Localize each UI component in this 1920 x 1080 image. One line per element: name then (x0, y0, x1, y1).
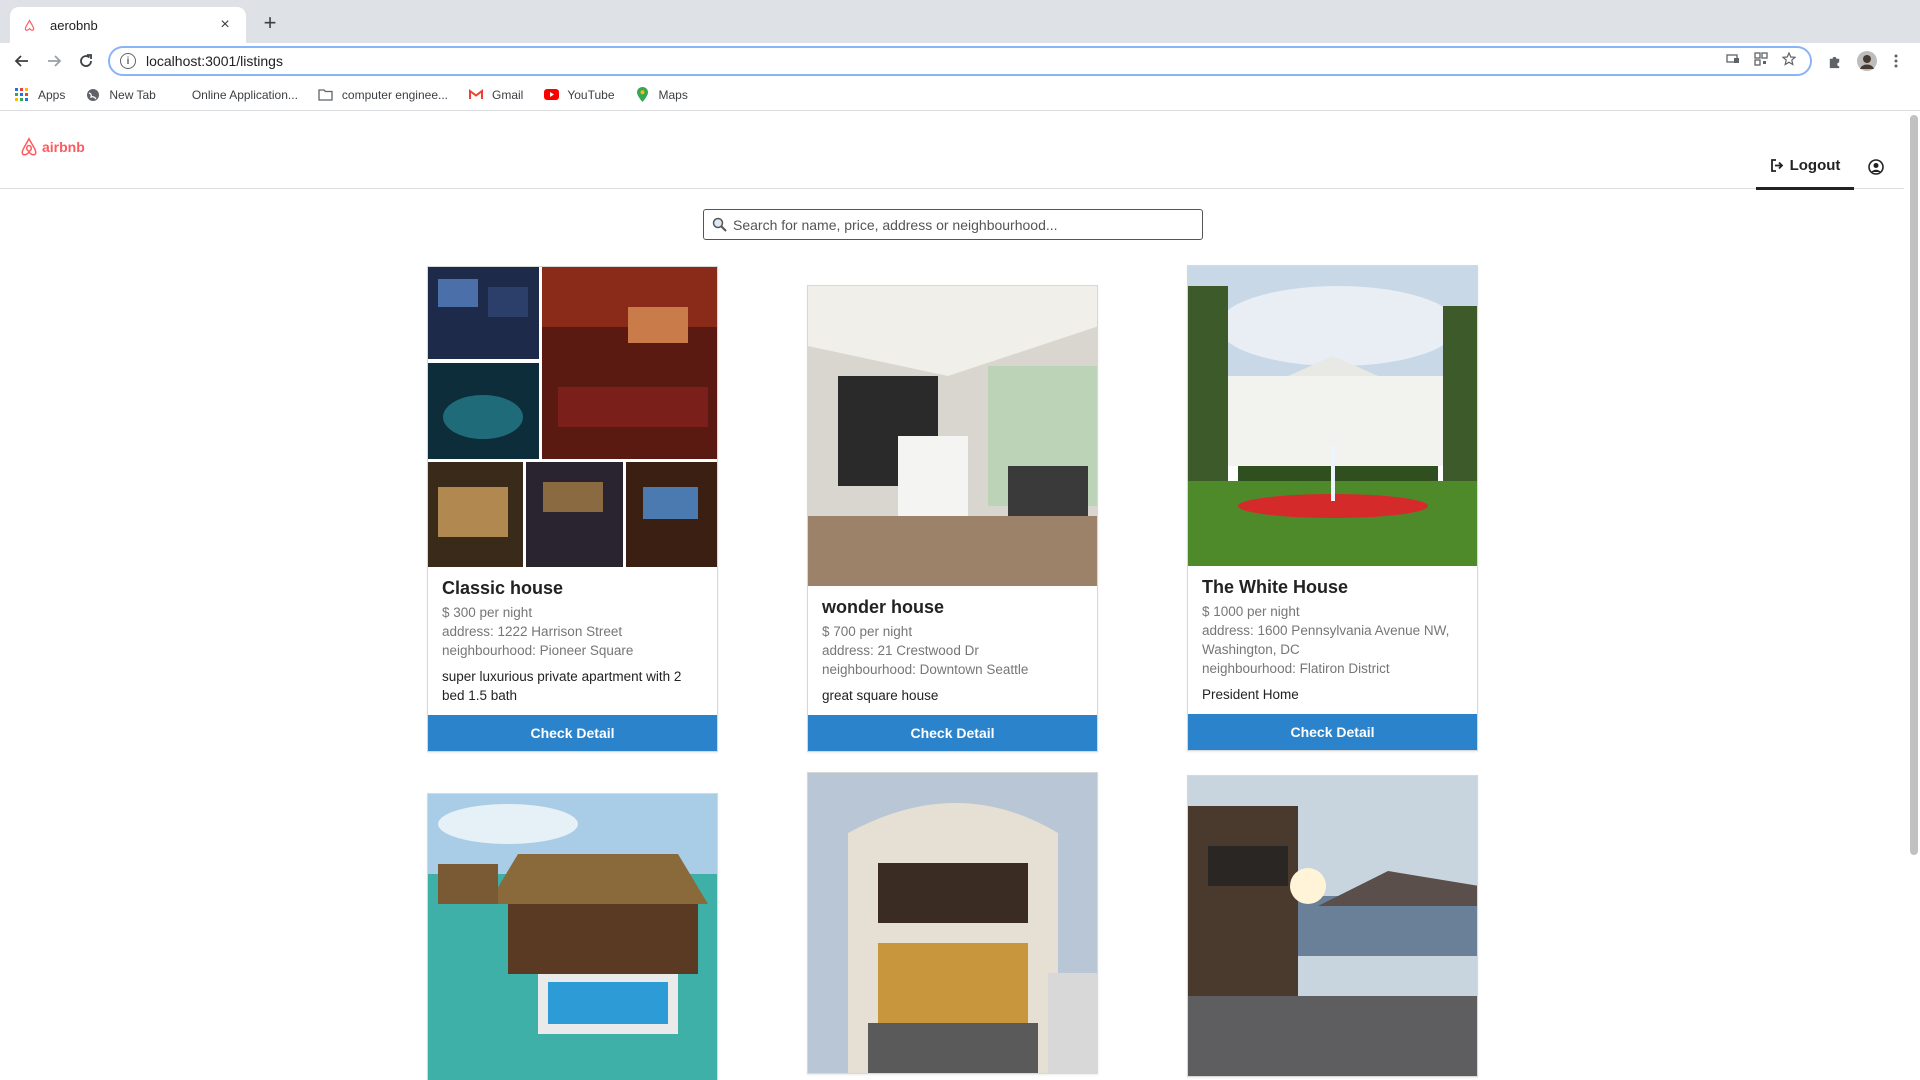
listing-title: Classic house (442, 578, 564, 598)
bookmark-label: Gmail (492, 87, 524, 102)
browser-toolbar: i localhost:3001/listings (0, 43, 1920, 79)
tab-title: aerobnb (50, 17, 98, 33)
listing-address: address: 21 Crestwood Dr (822, 643, 979, 658)
qr-code-icon[interactable] (1754, 52, 1768, 69)
listing-photo[interactable] (428, 267, 717, 567)
youtube-icon (543, 87, 559, 103)
bookmark-star-icon[interactable] (1781, 51, 1797, 69)
listing-title: wonder house (822, 597, 945, 617)
bookmark-label: Maps (658, 87, 688, 102)
browser-tabstrip: aerobnb × + (0, 0, 1920, 43)
logo-text: airbnb (42, 139, 85, 155)
bookmark-apps[interactable]: Apps (14, 87, 65, 103)
logout-button[interactable]: Logout (1756, 143, 1854, 190)
bookmark-gmail[interactable]: Gmail (468, 87, 523, 103)
bookmark-label: computer enginee... (341, 87, 448, 102)
search-input[interactable] (733, 216, 1202, 233)
bookmark-computer-engineering[interactable]: computer enginee... (318, 87, 448, 103)
bookmark-label: Apps (38, 87, 66, 102)
menu-kebab-icon[interactable] (1888, 49, 1904, 73)
forward-arrow-icon[interactable] (42, 49, 66, 73)
bookmark-label: New Tab (109, 87, 156, 102)
listing-address: address: 1600 Pennsylvania Avenue NW, Wa… (1202, 623, 1450, 657)
airbnb-logo[interactable]: airbnb (20, 137, 85, 157)
user-circle-icon[interactable] (1868, 159, 1884, 175)
gmail-icon (468, 87, 484, 103)
airbnb-favicon-icon (22, 18, 36, 32)
folder-icon (318, 87, 334, 103)
listing-card: The White House $ 1000 per night address… (1187, 265, 1478, 751)
listing-card: Classic house $ 300 per night address: 1… (427, 266, 718, 752)
listing-card: wonder house $ 700 per night address: 21… (807, 285, 1098, 752)
new-tab-button[interactable]: + (258, 12, 282, 36)
bookmark-label: Online Application... (191, 87, 298, 102)
page-scrollbar[interactable] (1910, 115, 1918, 855)
bookmark-new-tab[interactable]: New Tab (85, 87, 156, 103)
logout-label: Logout (1789, 156, 1841, 174)
listing-description: President Home (1202, 687, 1299, 702)
listing-address: address: 1222 Harrison Street (442, 624, 623, 639)
search-icon (712, 217, 727, 232)
bookmarks-bar: Apps New Tab Online Application... compu… (0, 79, 1920, 111)
listing-photo[interactable] (1188, 776, 1477, 1076)
check-detail-button[interactable]: Check Detail (428, 715, 717, 751)
bookmark-maps[interactable]: Maps (635, 87, 688, 103)
listing-description: super luxurious private apartment with 2… (442, 669, 682, 703)
listing-price: $ 700 per night (822, 624, 913, 639)
listing-title: The White House (1202, 577, 1349, 597)
bookmark-online-application[interactable]: Online Application... (192, 87, 298, 103)
address-url: localhost:3001/listings (146, 53, 283, 69)
reload-icon[interactable] (74, 49, 98, 73)
listing-neighbourhood: neighbourhood: Flatiron District (1202, 661, 1390, 676)
back-arrow-icon[interactable] (10, 49, 34, 73)
address-bar[interactable]: i localhost:3001/listings (108, 46, 1812, 76)
browser-tab[interactable]: aerobnb × (10, 7, 246, 43)
listing-price: $ 1000 per night (1202, 604, 1300, 619)
bookmark-youtube[interactable]: YouTube (543, 87, 615, 103)
listing-photo[interactable] (1188, 266, 1477, 566)
site-info-icon[interactable]: i (120, 53, 136, 69)
check-detail-button[interactable]: Check Detail (808, 715, 1097, 751)
listing-photo[interactable] (428, 794, 717, 1080)
cast-icon[interactable] (1726, 52, 1740, 69)
check-detail-button[interactable]: Check Detail (1188, 714, 1477, 750)
page-viewport: airbnb Logout Search for name, price, ad… (0, 111, 1920, 1080)
listing-card (1187, 775, 1478, 1077)
listing-photo[interactable] (808, 286, 1097, 586)
search-bar (703, 209, 1203, 240)
listing-price: $ 300 per night (442, 605, 533, 620)
app-header: airbnb Logout (0, 111, 1904, 190)
listing-photo[interactable] (808, 773, 1097, 1073)
listing-card (427, 793, 718, 1080)
listing-neighbourhood: neighbourhood: Pioneer Square (442, 643, 634, 658)
listing-card (807, 772, 1098, 1074)
tab-close-icon[interactable]: × (216, 16, 234, 34)
airbnb-logo-icon (21, 137, 37, 156)
listing-neighbourhood: neighbourhood: Downtown Seattle (822, 662, 1029, 677)
profile-avatar-icon[interactable] (1856, 49, 1878, 73)
extensions-puzzle-icon[interactable] (1824, 49, 1844, 73)
logout-icon (1770, 158, 1783, 172)
maps-pin-icon (635, 87, 651, 103)
listing-description: great square house (822, 688, 939, 703)
apps-grid-icon (14, 87, 30, 103)
globe-icon (85, 87, 101, 103)
bookmark-label: YouTube (567, 87, 615, 102)
